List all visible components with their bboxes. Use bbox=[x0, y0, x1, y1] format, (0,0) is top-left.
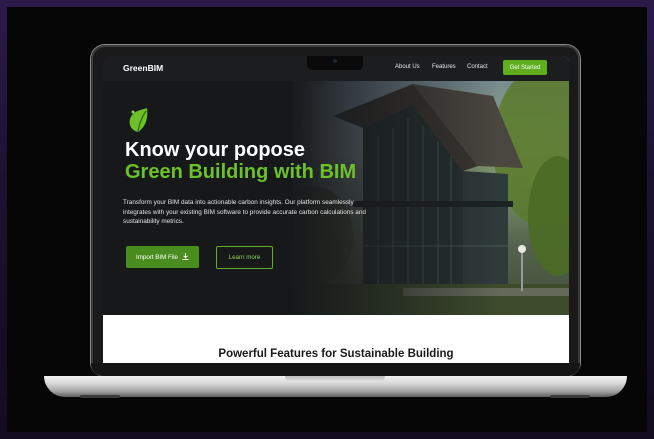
hero-section: GreenBIM About Us Features Contact Get S… bbox=[103, 56, 569, 315]
get-started-button[interactable]: Get Started bbox=[503, 60, 547, 75]
brand-logo[interactable]: GreenBIM bbox=[123, 63, 163, 73]
learn-more-button[interactable]: Learn more bbox=[216, 246, 273, 269]
hero-gradient-overlay bbox=[103, 56, 569, 315]
nav-link-about[interactable]: About Us bbox=[395, 64, 420, 70]
hero-title-line1: Know your popose bbox=[125, 139, 305, 161]
hero-title-line2: Green Building with BIM bbox=[125, 161, 357, 183]
laptop-foot-right bbox=[550, 395, 590, 398]
nav-link-features[interactable]: Features bbox=[432, 64, 456, 70]
hero-description: Transform your BIM data into actionable … bbox=[123, 199, 366, 225]
import-bim-label: Import BIM File bbox=[136, 253, 178, 261]
features-section: Powerful Features for Sustainable Buildi… bbox=[103, 315, 569, 363]
camera-notch bbox=[307, 56, 363, 70]
laptop-opening-lip bbox=[285, 376, 385, 382]
camera-icon bbox=[333, 59, 337, 63]
download-icon bbox=[182, 252, 189, 262]
import-bim-button[interactable]: Import BIM File bbox=[126, 246, 199, 268]
laptop-screen: GreenBIM About Us Features Contact Get S… bbox=[103, 56, 569, 363]
features-title: Powerful Features for Sustainable Buildi… bbox=[218, 348, 454, 360]
laptop-foot-left bbox=[80, 395, 120, 398]
leaf-icon bbox=[127, 108, 149, 139]
screen-bottom-bezel bbox=[91, 363, 580, 376]
nav-link-contact[interactable]: Contact bbox=[467, 64, 488, 70]
